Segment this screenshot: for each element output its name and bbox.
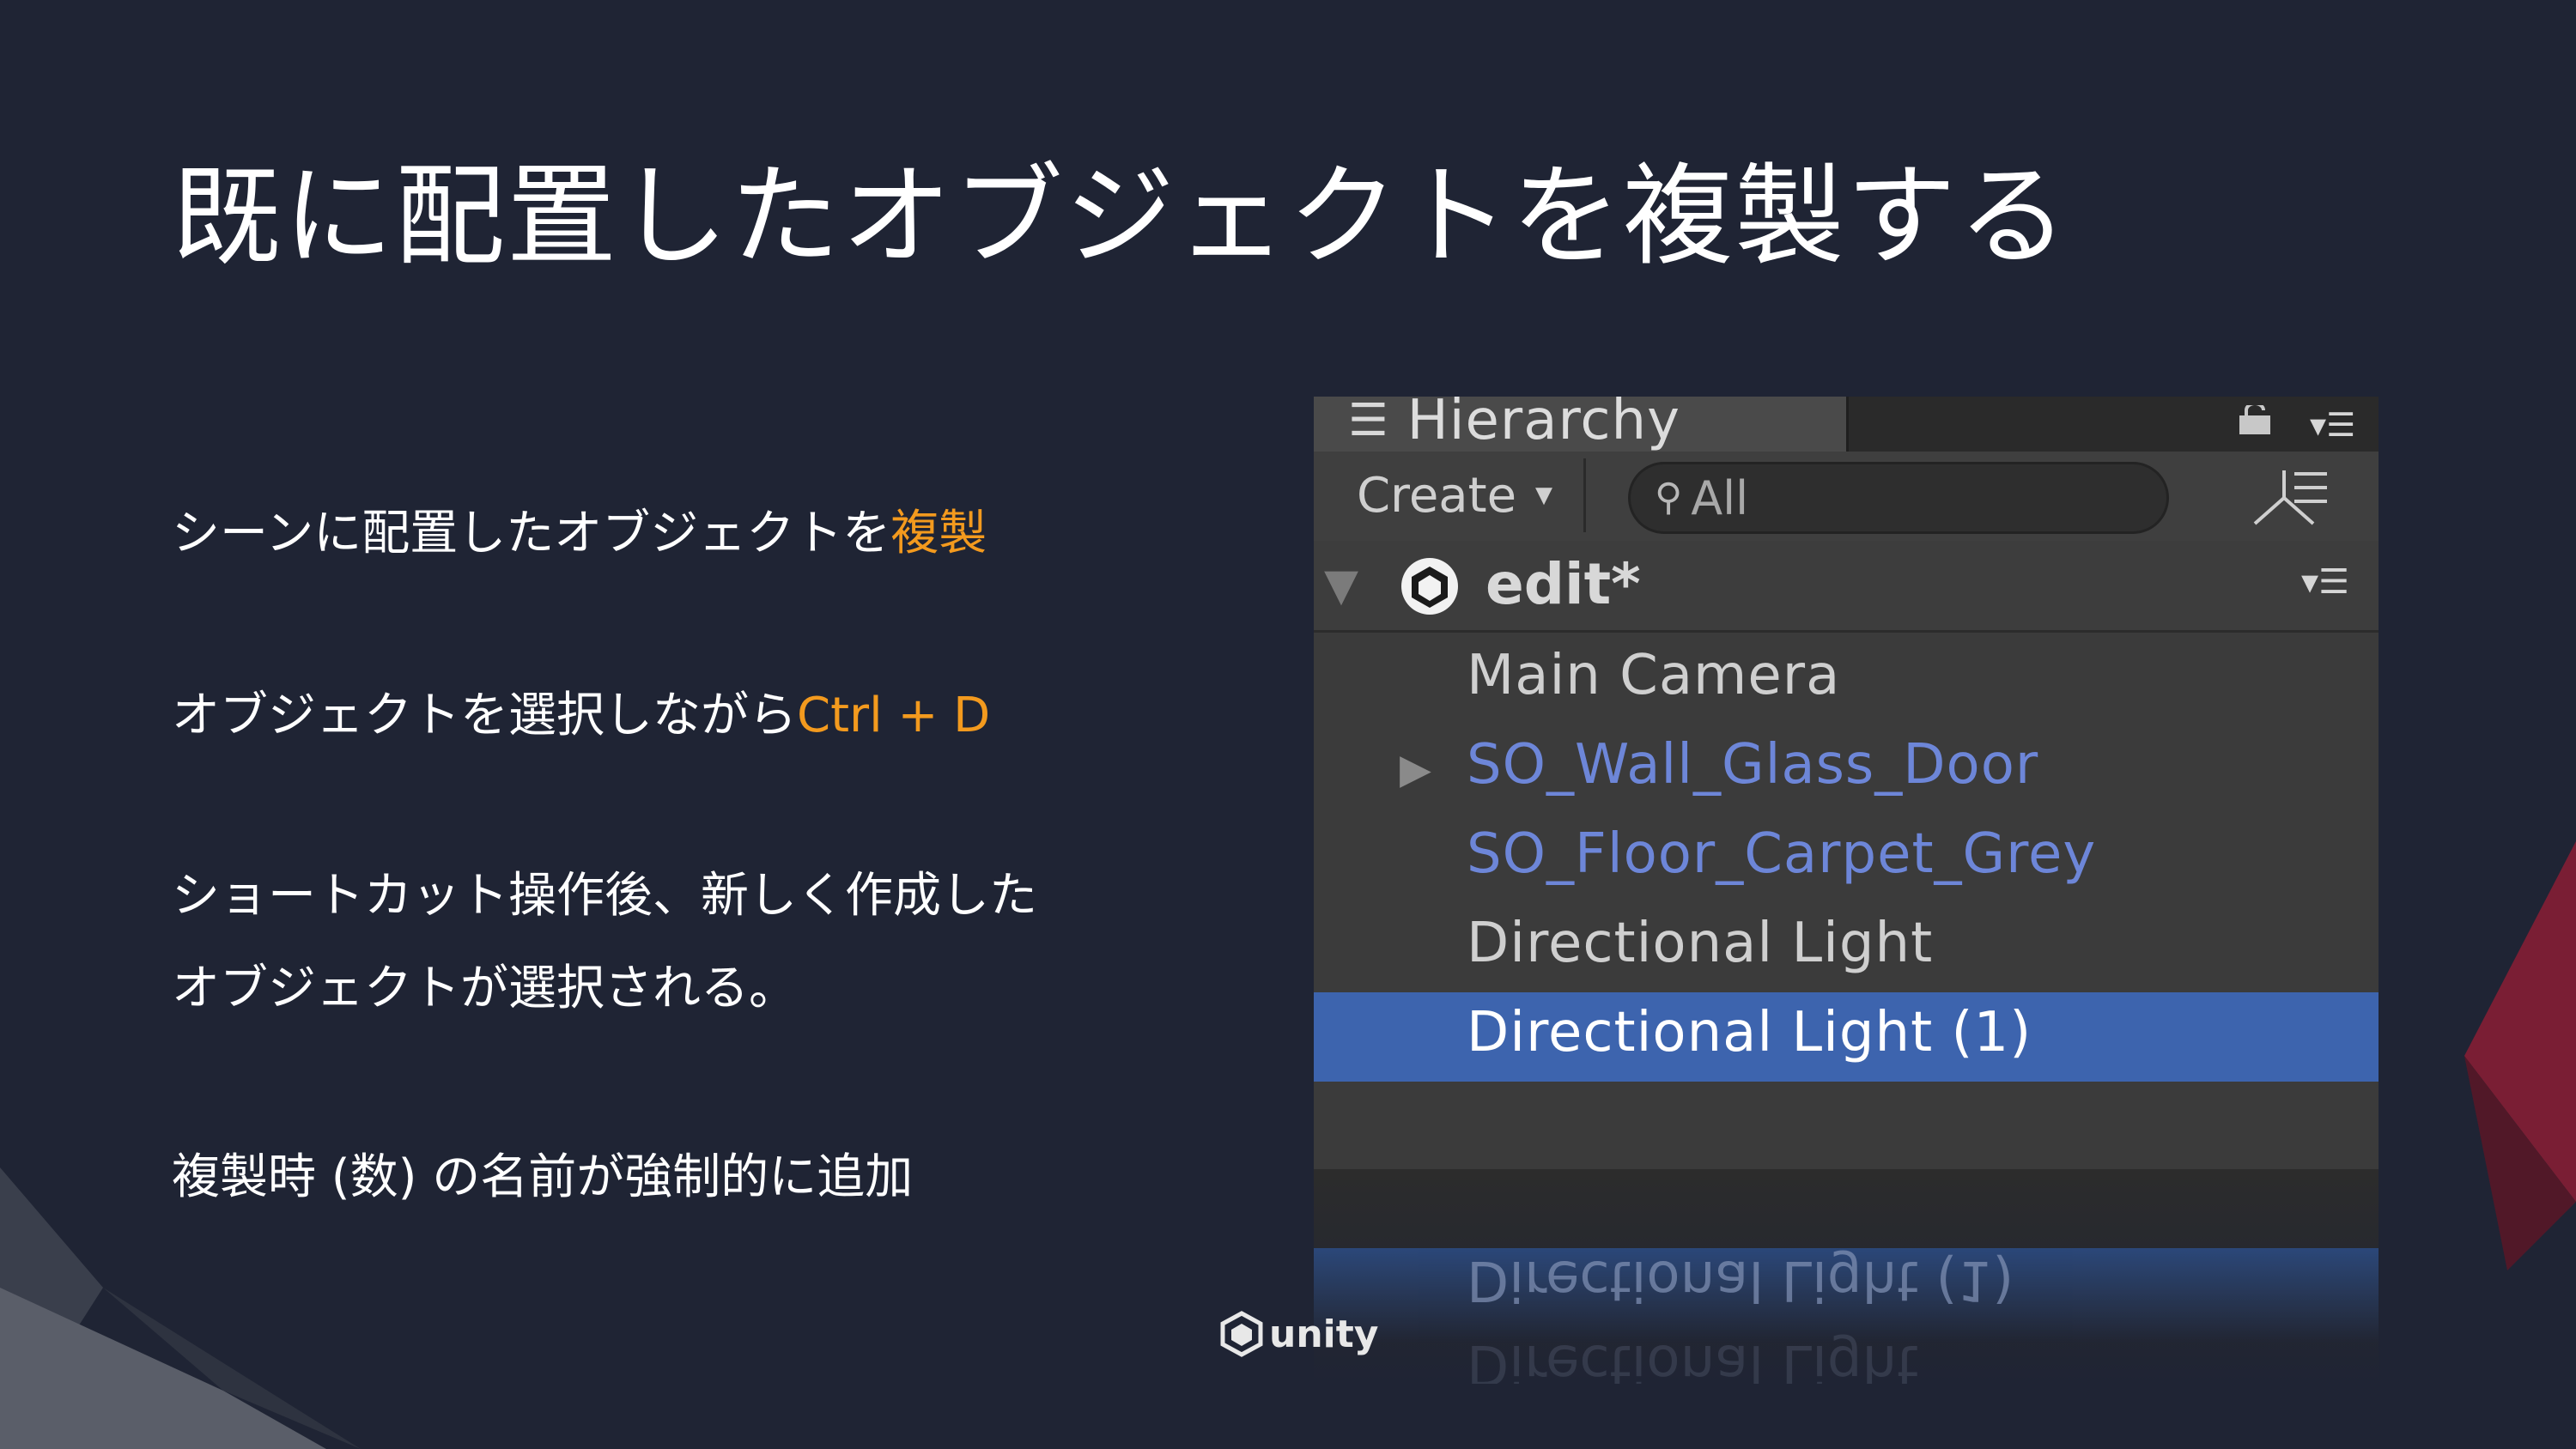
tree-item-label: Main Camera [1467,644,1841,707]
dropdown-arrow-icon: ▼ [1535,482,1553,508]
scene-header-row[interactable]: ▼ edit* ▾☰ [1314,541,2379,633]
bullet-shortcut: オブジェクトを選択しながらCtrl + D [172,670,990,762]
create-button[interactable]: Create ▼ [1326,458,1586,532]
tree-item-label: SO_Floor_Carpet_Grey [1467,822,2097,886]
panel-menu-icon[interactable]: ▾☰ [2310,409,2355,441]
tab-bar: ☰ Hierarchy ▾☰ [1314,397,2379,452]
reflection-text: Directional Light [1467,1332,1919,1384]
tree-item-label: SO_Wall_Glass_Door [1467,733,2039,797]
reflection-text: Directional Light (1) [1467,1248,2014,1312]
tree-item-main-camera[interactable]: Main Camera [1314,635,2379,724]
unity-logo-text: unity [1269,1312,1379,1356]
bullet-line-1: ショートカット操作後、新しく作成した [172,868,1037,924]
tree-item-label: Directional Light [1467,912,1934,975]
bullet-selection: ショートカット操作後、新しく作成した オブジェクトが選択される。 [172,850,1037,1035]
scene-filter-icon[interactable] [2241,464,2336,532]
hierarchy-toolbar: Create ▼ ⚲ All [1314,452,2379,544]
tab-label: Hierarchy [1406,397,1680,452]
search-placeholder: All [1691,470,1749,525]
unity-logo-icon [1220,1311,1263,1357]
tree-item-directional-light[interactable]: Directional Light [1314,903,2379,992]
search-input[interactable]: ⚲ All [1628,462,2169,534]
selection-reflection: Directional Light (1) [1314,1248,2379,1343]
search-icon: ⚲ [1655,476,1683,519]
tree-item-wall-glass-door[interactable]: ▶ SO_Wall_Glass_Door [1314,724,2379,814]
hierarchy-panel: ☰ Hierarchy ▾☰ Create ▼ ⚲ All ▼ edit* ▾☰… [1314,397,2379,1384]
create-label: Create [1356,467,1517,524]
bullet-text: シーンに配置したオブジェクトを [172,506,891,561]
list-icon: ☰ [1348,397,1388,446]
bullet-naming: 複製時 (数) の名前が強制的に追加 [172,1149,914,1205]
scene-menu-icon[interactable]: ▾☰ [2301,565,2349,599]
tree-item-label: Directional Light (1) [1467,1001,2032,1064]
expand-arrow-icon[interactable]: ▶ [1400,749,1431,790]
unity-scene-icon [1401,558,1458,615]
bullet-text: オブジェクトを選択しながら [172,688,797,743]
lock-icon[interactable] [2238,405,2272,434]
shortcut-key: Ctrl + D [797,688,991,743]
tree-item-directional-light-1[interactable]: Directional Light (1) [1314,992,2379,1082]
tree-item-floor-carpet-grey[interactable]: SO_Floor_Carpet_Grey [1314,814,2379,903]
scene-name: edit* [1485,551,1641,617]
unity-logo: unity [1218,1310,1378,1358]
bullet-duplicate: シーンに配置したオブジェクトを複製 [172,488,987,580]
slide-title: 既に配置したオブジェクトを複製する [172,153,2070,281]
tab-hierarchy[interactable]: ☰ Hierarchy [1314,397,1849,452]
bullet-accent: 複製 [890,506,987,561]
bullet-line-2: オブジェクトが選択される。 [172,961,797,1016]
foldout-arrow-icon[interactable]: ▼ [1324,563,1358,608]
